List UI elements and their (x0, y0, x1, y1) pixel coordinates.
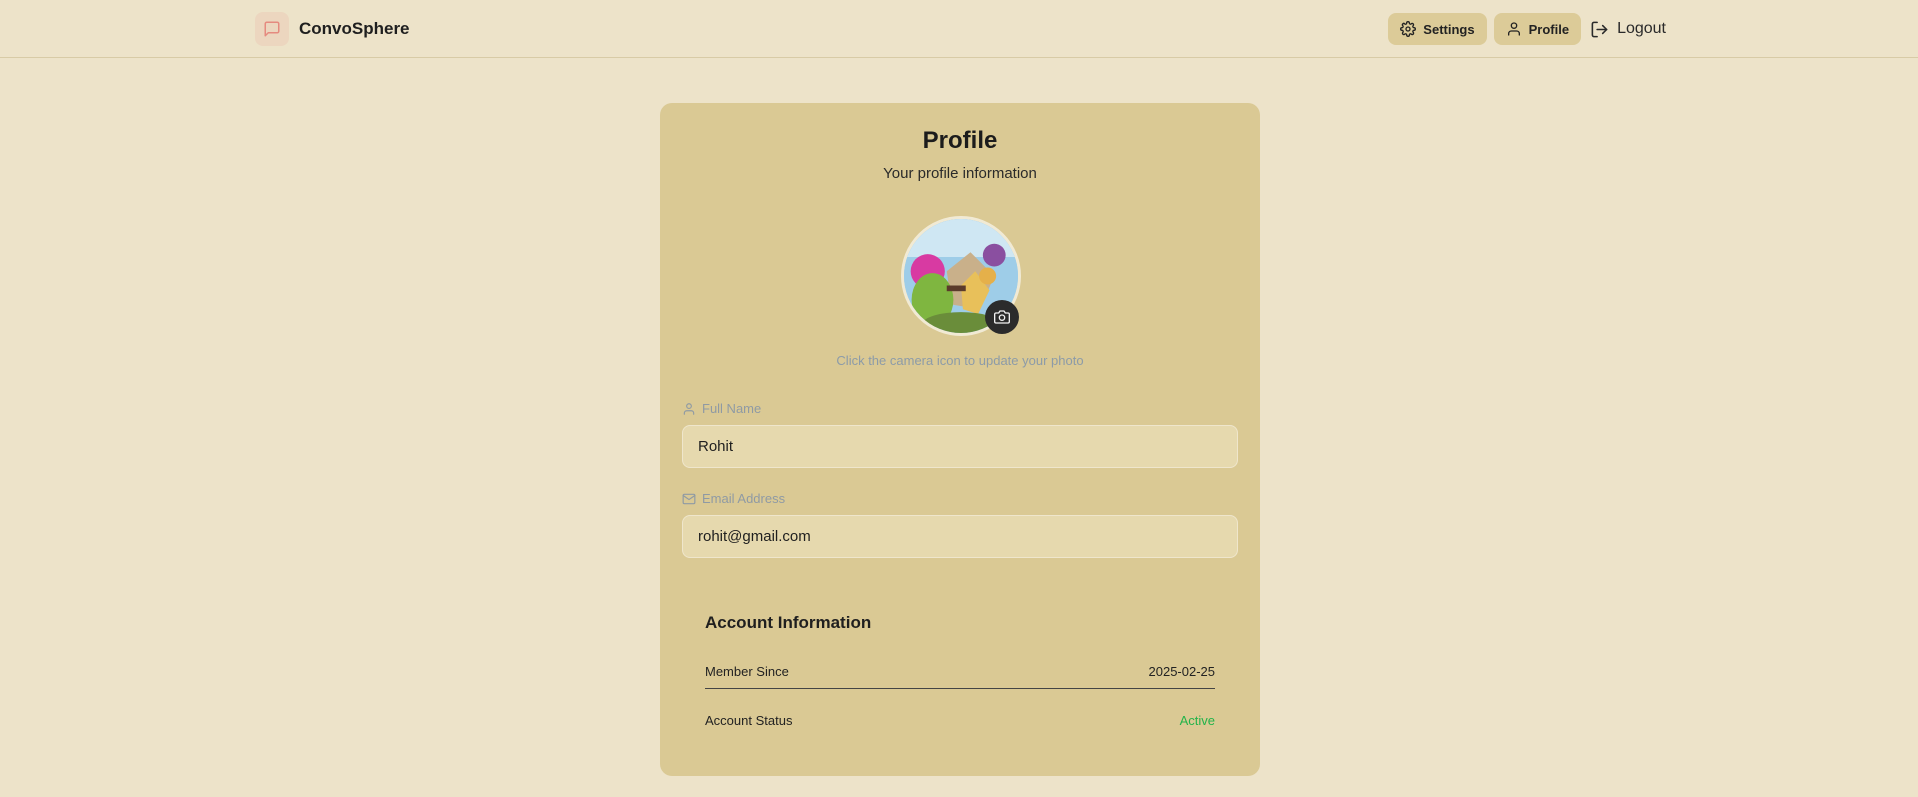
user-icon (1507, 22, 1520, 36)
user-icon (683, 402, 695, 415)
profile-button[interactable]: Profile (1493, 13, 1582, 45)
email-label: Email Address (682, 491, 785, 506)
photo-hint: Click the camera icon to update your pho… (836, 353, 1084, 368)
nav-actions: Settings Profile Logout (1388, 13, 1666, 45)
logout-icon (1591, 21, 1608, 37)
email-label-text: Email Address (702, 491, 786, 506)
gear-icon (1400, 21, 1417, 37)
top-navbar: ConvoSphere Settings Profile Logout (0, 0, 1918, 58)
email-input[interactable] (682, 515, 1238, 558)
account-information: Account Information Member Since 2025-02… (705, 613, 1215, 728)
mail-icon (682, 493, 696, 504)
profile-card: Profile Your profile information Click t… (660, 103, 1260, 776)
full-name-input[interactable] (682, 425, 1238, 468)
page-title: Profile (922, 127, 998, 154)
brand-name: ConvoSphere (299, 19, 410, 38)
message-square-icon (255, 12, 289, 46)
full-name-label-text: Full Name (702, 401, 762, 416)
profile-label: Profile (1528, 21, 1570, 37)
logout-button[interactable]: Logout (1588, 13, 1666, 45)
camera-icon (994, 310, 1010, 324)
account-status-label: Account Status (705, 712, 793, 728)
status-badge: Active (1179, 712, 1215, 728)
member-since-row: Member Since 2025-02-25 (705, 659, 1215, 689)
logout-label: Logout (1617, 20, 1666, 37)
member-since-value: 2025-02-25 (1148, 664, 1216, 679)
full-name-label: Full Name (682, 401, 761, 416)
account-info-title: Account Information (705, 613, 872, 632)
brand-link[interactable]: ConvoSphere (255, 12, 410, 46)
settings-label: Settings (1423, 21, 1475, 37)
account-status-row: Account Status Active (705, 706, 1215, 734)
page-subtitle: Your profile information (883, 165, 1037, 182)
settings-button[interactable]: Settings (1388, 13, 1487, 45)
camera-button[interactable] (985, 300, 1019, 334)
member-since-label: Member Since (705, 664, 789, 679)
avatar-container (901, 216, 1021, 336)
